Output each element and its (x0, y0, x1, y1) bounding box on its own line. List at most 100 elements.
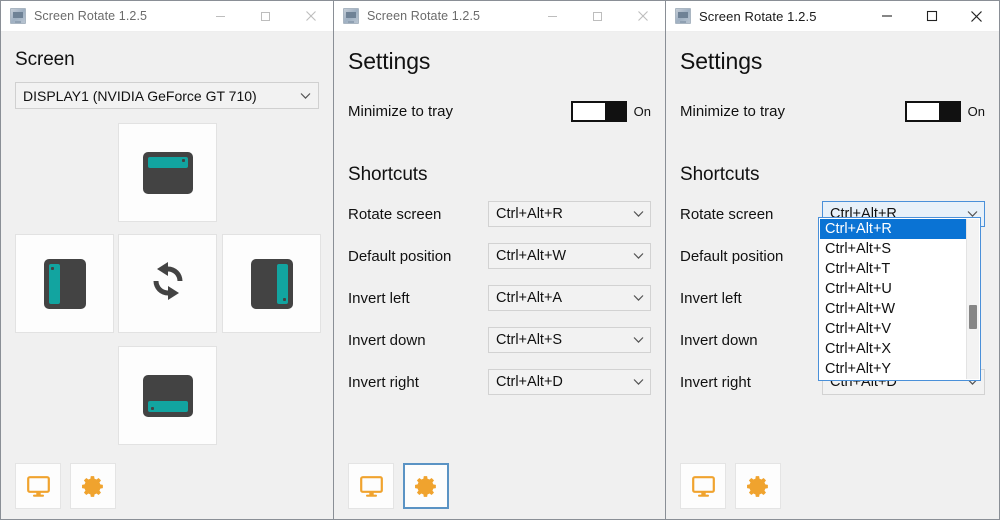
bottom-toolbar (680, 463, 985, 509)
rotate-icon (144, 257, 192, 310)
maximize-button[interactable] (909, 1, 954, 32)
dropdown-option[interactable]: Ctrl+Alt+W (820, 299, 966, 319)
minimize-to-tray-state: On (967, 103, 985, 119)
dropdown-option[interactable]: Ctrl+Alt+T (820, 259, 966, 279)
screen-tab-button[interactable] (15, 463, 61, 509)
settings-heading: Settings (348, 48, 431, 74)
window-controls (198, 1, 333, 32)
dropdown-option[interactable]: Ctrl+Alt+S (820, 239, 966, 259)
minimize-to-tray-control: On (570, 100, 651, 122)
window-controls (530, 1, 665, 32)
close-button[interactable] (954, 1, 999, 32)
toggle-knob (938, 102, 959, 120)
app-logo-icon (343, 8, 359, 24)
shortcut-label: Default position (348, 247, 452, 265)
window-body: Settings Minimize to tray On Shortcuts R… (334, 32, 665, 519)
screen-tab-button[interactable] (680, 463, 726, 509)
rotation-grid (15, 123, 321, 453)
minimize-to-tray-state: On (633, 103, 651, 119)
chevron-down-icon (633, 211, 644, 218)
window-controls (864, 1, 999, 32)
dropdown-option[interactable]: Ctrl+Alt+V (820, 319, 966, 339)
minimize-to-tray-row: Minimize to tray On (348, 97, 651, 125)
shortcut-row-invert-right: Invert right Ctrl+Alt+D (348, 368, 651, 396)
shortcut-value: Ctrl+Alt+D (496, 374, 563, 390)
shortcut-label: Invert left (348, 289, 410, 307)
shortcut-label: Default position (680, 247, 784, 265)
shortcut-dropdown-popup: Ctrl+Alt+R Ctrl+Alt+S Ctrl+Alt+T Ctrl+Al… (818, 217, 981, 381)
shortcut-row-invert-down: Invert down Ctrl+Alt+S (348, 326, 651, 354)
dropdown-scrollbar-thumb[interactable] (969, 305, 977, 329)
window-settings: Screen Rotate 1.2.5 Settings Minimize to… (334, 0, 666, 520)
dropdown-option[interactable]: Ctrl+Alt+Y (820, 359, 966, 379)
shortcut-value: Ctrl+Alt+S (496, 332, 563, 348)
shortcut-label: Invert left (680, 289, 742, 307)
minimize-to-tray-toggle[interactable] (904, 100, 961, 122)
titlebar: Screen Rotate 1.2.5 (334, 1, 665, 32)
display-select[interactable]: DISPLAY1 (NVIDIA GeForce GT 710) (15, 82, 319, 109)
dropdown-option[interactable]: Ctrl+Alt+R (820, 219, 966, 239)
window-body: Screen DISPLAY1 (NVIDIA GeForce GT 710) (1, 32, 333, 519)
monitor-top-bar-icon (142, 151, 193, 194)
rotate-refresh-button[interactable] (118, 234, 217, 333)
chevron-down-icon (633, 253, 644, 260)
window-body: Settings Minimize to tray On Shortcuts R… (666, 32, 999, 519)
maximize-button[interactable] (243, 1, 288, 32)
app-logo-icon (675, 8, 691, 24)
monitor-left-bar-icon (43, 258, 86, 309)
rotate-up-button[interactable] (118, 123, 217, 222)
toggle-knob (604, 102, 625, 120)
minimize-to-tray-toggle[interactable] (570, 100, 627, 122)
chevron-down-icon (633, 379, 644, 386)
minimize-button[interactable] (864, 1, 909, 32)
window-settings-dropdown-open: Screen Rotate 1.2.5 Settings Minimize to… (666, 0, 1000, 520)
minimize-button[interactable] (530, 1, 575, 32)
shortcut-select-invert-down[interactable]: Ctrl+Alt+S (488, 327, 651, 353)
rotate-down-button[interactable] (118, 346, 217, 445)
shortcut-select-invert-left[interactable]: Ctrl+Alt+A (488, 285, 651, 311)
window-title: Screen Rotate 1.2.5 (34, 9, 148, 23)
window-title: Screen Rotate 1.2.5 (367, 9, 481, 23)
minimize-to-tray-label: Minimize to tray (680, 102, 786, 120)
screenshot-root: Screen Rotate 1.2.5 Screen DISPLAY1 (NVI… (0, 0, 1000, 520)
dropdown-options-list: Ctrl+Alt+R Ctrl+Alt+S Ctrl+Alt+T Ctrl+Al… (820, 219, 966, 379)
settings-tab-button[interactable] (403, 463, 449, 509)
settings-heading: Settings (680, 48, 763, 74)
shortcut-row-invert-left: Invert left Ctrl+Alt+A (348, 284, 651, 312)
shortcut-select-invert-right[interactable]: Ctrl+Alt+D (488, 369, 651, 395)
dropdown-scrollbar[interactable] (966, 219, 979, 379)
shortcut-select-rotate-screen[interactable]: Ctrl+Alt+R (488, 201, 651, 227)
display-select-value: DISPLAY1 (NVIDIA GeForce GT 710) (23, 87, 257, 104)
chevron-down-icon (633, 337, 644, 344)
shortcut-label: Invert right (348, 373, 419, 391)
shortcut-row-rotate-screen: Rotate screen Ctrl+Alt+R (348, 200, 651, 228)
settings-tab-button[interactable] (735, 463, 781, 509)
shortcut-label: Invert right (680, 373, 751, 391)
shortcut-label: Invert down (348, 331, 426, 349)
rotate-left-button[interactable] (15, 234, 114, 333)
settings-tab-button[interactable] (70, 463, 116, 509)
close-button[interactable] (288, 1, 333, 32)
screen-tab-button[interactable] (348, 463, 394, 509)
chevron-down-icon (300, 92, 311, 99)
shortcut-row-default-position: Default position Ctrl+Alt+W (348, 242, 651, 270)
titlebar: Screen Rotate 1.2.5 (666, 1, 999, 32)
minimize-to-tray-row: Minimize to tray On (680, 97, 985, 125)
minimize-button[interactable] (198, 1, 243, 32)
dropdown-option[interactable]: Ctrl+Alt+X (820, 339, 966, 359)
titlebar: Screen Rotate 1.2.5 (1, 1, 333, 32)
monitor-right-bar-icon (250, 258, 293, 309)
shortcuts-heading: Shortcuts (348, 164, 428, 185)
maximize-button[interactable] (575, 1, 620, 32)
window-screen: Screen Rotate 1.2.5 Screen DISPLAY1 (NVI… (0, 0, 334, 520)
shortcut-select-default-position[interactable]: Ctrl+Alt+W (488, 243, 651, 269)
minimize-to-tray-label: Minimize to tray (348, 102, 454, 120)
rotate-right-button[interactable] (222, 234, 321, 333)
shortcuts-heading: Shortcuts (680, 164, 760, 185)
shortcut-value: Ctrl+Alt+R (496, 206, 563, 222)
app-logo-icon (10, 8, 26, 24)
minimize-to-tray-control: On (904, 100, 985, 122)
close-button[interactable] (620, 1, 665, 32)
dropdown-option[interactable]: Ctrl+Alt+U (820, 279, 966, 299)
window-title: Screen Rotate 1.2.5 (699, 8, 817, 24)
